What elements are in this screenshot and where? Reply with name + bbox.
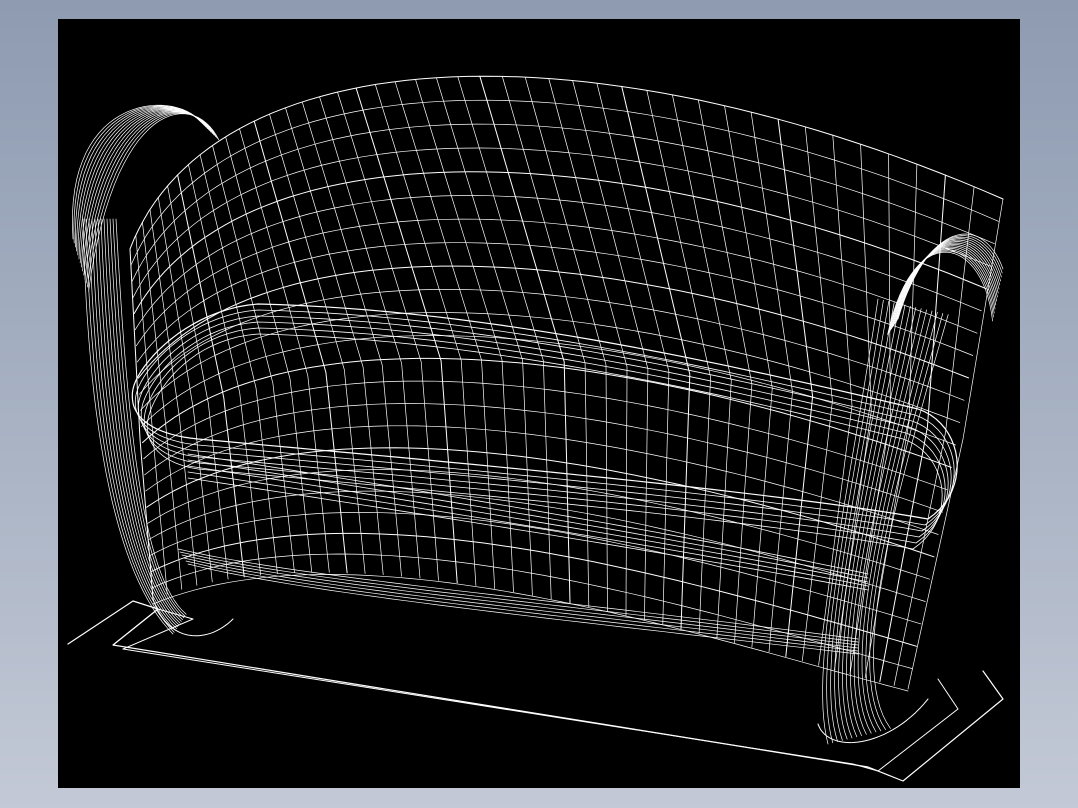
- model-space-background: [58, 19, 1020, 788]
- sofa-wireframe-drawing: [58, 19, 1020, 788]
- cad-viewport[interactable]: [58, 19, 1020, 788]
